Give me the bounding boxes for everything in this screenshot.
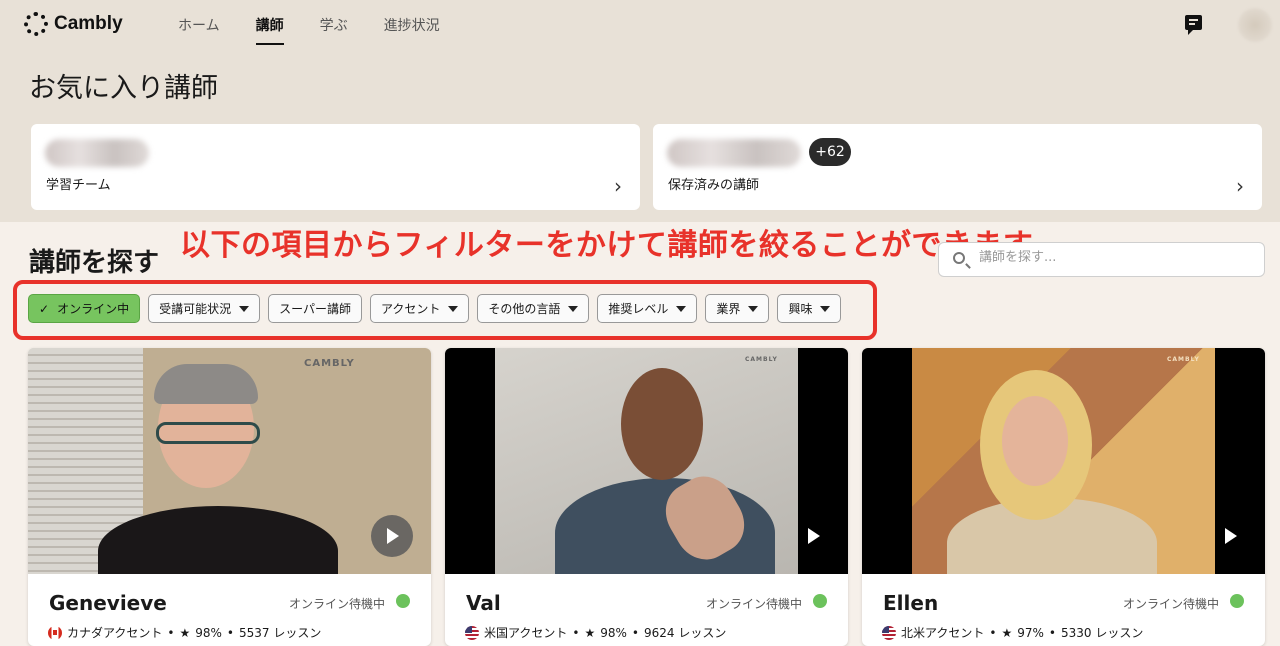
nav-progress[interactable]: 進捗状況 [384, 15, 440, 45]
nav-tutors[interactable]: 講師 [255, 15, 284, 45]
caret-down-icon [820, 305, 831, 312]
cambly-logo-icon [24, 12, 48, 36]
caret-down-icon [448, 305, 459, 312]
filter-label: オンライン中 [57, 302, 130, 316]
tutor-card[interactable]: CAMBLY Genevieve オンライン待機中 カナダアクセント • ★ 98… [28, 348, 431, 646]
tutor-status: オンライン待機中 [288, 597, 385, 611]
team-avatars [45, 139, 149, 167]
filter-label: 業界 [716, 302, 741, 316]
video-watermark: CAMBLY [1167, 356, 1200, 363]
learning-team-label: 学習チーム [46, 178, 111, 193]
online-indicator [1230, 594, 1244, 608]
filter-level[interactable]: 推奨レベル [597, 294, 698, 323]
filter-label: 推奨レベル [608, 302, 669, 316]
online-indicator [396, 594, 410, 608]
saved-tutors-card[interactable]: +62 保存済みの講師 › [653, 124, 1262, 210]
filter-industry[interactable]: 業界 [705, 294, 770, 323]
filter-bar: ✓ オンライン中 受講可能状況 スーパー講師 アクセント その他の言語 推奨レベル… [28, 294, 842, 323]
filter-accent[interactable]: アクセント [369, 294, 470, 323]
tutor-card[interactable]: CAMBLY Ellen オンライン待機中 北米アクセント • ★ 97% • 53… [862, 348, 1265, 646]
chevron-right-icon: › [614, 174, 622, 198]
filter-label: 興味 [788, 302, 813, 316]
header-area: Cambly ホーム 講師 学ぶ 進捗状況 お気に入り講師 学習チーム › +6… [0, 0, 1280, 222]
canada-flag-icon [48, 625, 62, 640]
tutor-lessons: 5537 レッスン [239, 626, 322, 640]
main-nav: ホーム 講師 学ぶ 進捗状況 [178, 15, 440, 45]
nav-learn[interactable]: 学ぶ [320, 15, 348, 45]
saved-count-badge: +62 [809, 138, 851, 166]
video-watermark: CAMBLY [304, 358, 355, 369]
saved-tutors-label: 保存済みの講師 [668, 178, 760, 193]
tutor-lessons: 5330 レッスン [1061, 626, 1144, 640]
play-icon[interactable] [371, 515, 413, 557]
filter-label: スーパー講師 [279, 302, 351, 316]
search-input[interactable] [979, 250, 1249, 265]
check-icon: ✓ [39, 301, 50, 316]
filter-label: アクセント [380, 302, 441, 316]
filter-interests[interactable]: 興味 [777, 294, 842, 323]
favorites-title: お気に入り講師 [29, 73, 218, 104]
tutor-accent: 北米アクセント [901, 626, 985, 640]
us-flag-icon [882, 625, 896, 640]
tutor-status: オンライン待機中 [705, 597, 802, 611]
filter-online[interactable]: ✓ オンライン中 [28, 294, 141, 323]
us-flag-icon [465, 625, 479, 640]
tutor-rating: 98% [600, 625, 627, 640]
cambly-logo[interactable]: Cambly [24, 12, 123, 36]
tutor-rating: 98% [195, 625, 222, 640]
filter-annotation: 以下の項目からフィルターをかけて講師を絞ることができます [180, 228, 1034, 263]
caret-down-icon [748, 305, 759, 312]
caret-down-icon [239, 305, 250, 312]
search-icon [953, 252, 965, 264]
find-tutors-title: 講師を探す [29, 248, 160, 278]
tutor-status: オンライン待機中 [1122, 597, 1219, 611]
tutor-lessons: 9624 レッスン [644, 626, 727, 640]
tutor-meta: カナダアクセント • ★ 98% • 5537 レッスン [48, 624, 321, 641]
tutor-video[interactable]: CAMBLY [445, 348, 848, 574]
star-icon: ★ [584, 625, 596, 640]
tutor-accent: カナダアクセント [67, 626, 163, 640]
tutor-meta: 北米アクセント • ★ 97% • 5330 レッスン [882, 624, 1143, 641]
tutor-video[interactable]: CAMBLY [862, 348, 1265, 574]
online-indicator [813, 594, 827, 608]
tutor-card[interactable]: CAMBLY Val オンライン待機中 米国アクセント • ★ 98% • 9624… [445, 348, 848, 646]
video-watermark: CAMBLY [745, 356, 778, 363]
star-icon: ★ [179, 625, 191, 640]
tutor-name: Val [466, 591, 501, 615]
message-icon[interactable] [1185, 15, 1202, 35]
tutor-accent: 米国アクセント [484, 626, 568, 640]
saved-tutor-avatars [667, 139, 801, 167]
star-icon: ★ [1001, 625, 1013, 640]
filter-label: その他の言語 [488, 302, 561, 316]
filter-super-tutor[interactable]: スーパー講師 [268, 294, 362, 323]
tutor-meta: 米国アクセント • ★ 98% • 9624 レッスン [465, 624, 726, 641]
nav-home[interactable]: ホーム [178, 15, 220, 45]
tutor-name: Ellen [883, 591, 939, 615]
brand-name: Cambly [54, 13, 123, 34]
play-icon[interactable] [792, 515, 834, 557]
chevron-right-icon: › [1236, 174, 1244, 198]
caret-down-icon [676, 305, 687, 312]
caret-down-icon [568, 305, 579, 312]
tutor-name: Genevieve [49, 591, 167, 615]
play-icon[interactable] [1209, 515, 1251, 557]
tutor-video[interactable]: CAMBLY [28, 348, 431, 574]
tutor-rating: 97% [1017, 625, 1044, 640]
user-avatar[interactable] [1238, 8, 1272, 42]
filter-availability[interactable]: 受講可能状況 [148, 294, 261, 323]
tutor-search[interactable] [938, 242, 1265, 277]
filter-label: 受講可能状況 [159, 302, 232, 316]
learning-team-card[interactable]: 学習チーム › [31, 124, 640, 210]
filter-other-languages[interactable]: その他の言語 [477, 294, 590, 323]
